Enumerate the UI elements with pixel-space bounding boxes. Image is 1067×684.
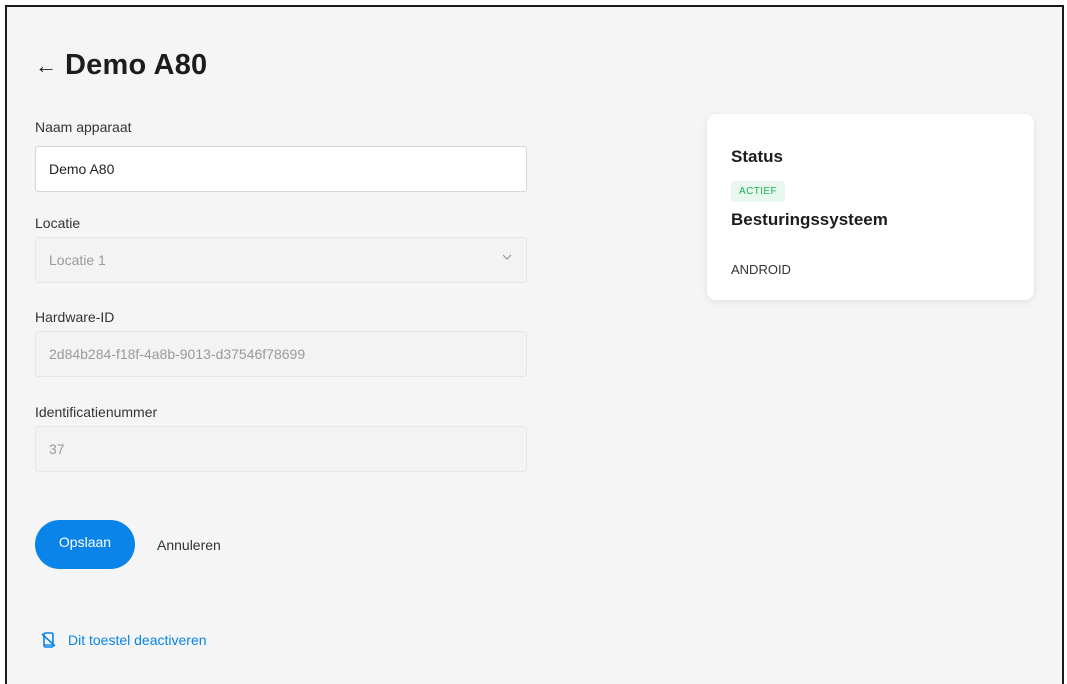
status-card: Status ACTIEF Besturingssysteem ANDROID bbox=[707, 114, 1034, 300]
status-title: Status bbox=[731, 147, 783, 166]
device-name-label: Naam apparaat bbox=[35, 119, 132, 135]
hardware-id-label: Hardware-ID bbox=[35, 309, 115, 325]
hardware-id-field: 2d84b284-f18f-4a8b-9013-d37546f78699 bbox=[35, 331, 527, 377]
device-name-input[interactable]: Demo A80 bbox=[35, 146, 527, 192]
page-header: ← Demo A80 bbox=[35, 49, 207, 82]
os-value: ANDROID bbox=[731, 262, 791, 277]
deactivate-device-link[interactable]: Dit toestel deactiveren bbox=[41, 632, 207, 648]
os-title: Besturingssysteem bbox=[731, 210, 888, 229]
status-badge: ACTIEF bbox=[731, 181, 785, 202]
back-arrow-icon[interactable]: ← bbox=[35, 53, 65, 79]
location-select[interactable]: Locatie 1 bbox=[35, 237, 527, 283]
page-frame: ← Demo A80 Naam apparaat Demo A80 Locati… bbox=[5, 5, 1064, 684]
chevron-down-icon bbox=[502, 254, 512, 260]
save-button[interactable]: Opslaan bbox=[35, 520, 135, 569]
device-name-value: Demo A80 bbox=[49, 161, 115, 177]
page-title: Demo A80 bbox=[65, 49, 208, 81]
location-value: Locatie 1 bbox=[49, 252, 106, 268]
cancel-button[interactable]: Annuleren bbox=[157, 537, 221, 553]
phone-off-icon bbox=[41, 632, 56, 648]
id-number-value: 37 bbox=[49, 441, 65, 457]
id-number-field: 37 bbox=[35, 426, 527, 472]
hardware-id-value: 2d84b284-f18f-4a8b-9013-d37546f78699 bbox=[49, 346, 306, 362]
location-label: Locatie bbox=[35, 215, 81, 231]
id-number-label: Identificatienummer bbox=[35, 404, 158, 420]
deactivate-label: Dit toestel deactiveren bbox=[68, 632, 207, 648]
